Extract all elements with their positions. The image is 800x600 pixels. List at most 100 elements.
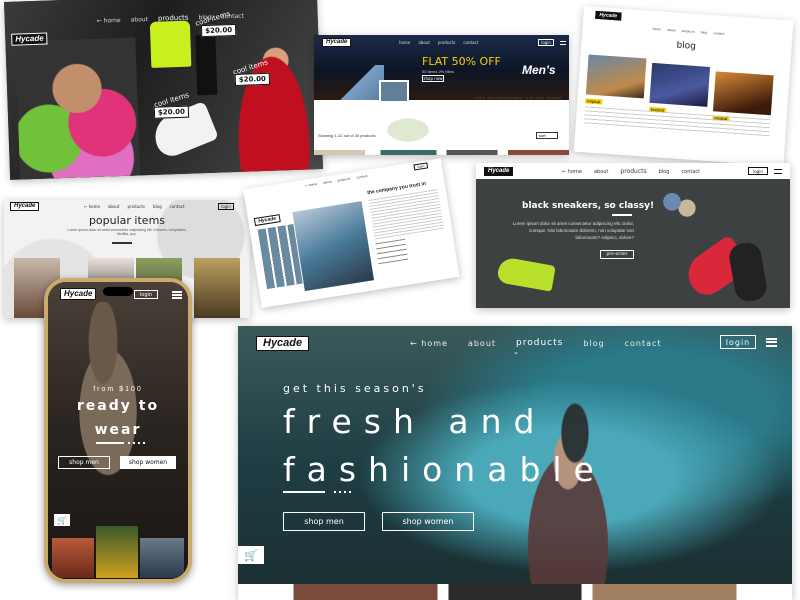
phone-thumb-3 bbox=[140, 538, 184, 578]
login-button[interactable]: login bbox=[413, 162, 429, 171]
brand-logo[interactable]: Hycade bbox=[10, 202, 40, 212]
nav-blog[interactable]: blog bbox=[583, 339, 604, 348]
nav-bar: home about products contact bbox=[399, 40, 478, 45]
login-button[interactable]: login bbox=[134, 290, 158, 299]
cart-icon[interactable]: 🛒 bbox=[238, 546, 264, 564]
nav-contact[interactable]: contact bbox=[625, 339, 662, 348]
nav-about[interactable]: about bbox=[418, 40, 430, 45]
nav-about[interactable]: about bbox=[468, 339, 496, 348]
nav-contact[interactable]: contact bbox=[356, 174, 368, 180]
phone-slider-dots[interactable] bbox=[128, 442, 145, 444]
nav-products[interactable]: products bbox=[516, 338, 563, 348]
nav-bar: ← home about products blog contact bbox=[84, 204, 185, 209]
hero-title-2: fashionable bbox=[283, 450, 606, 489]
nav-products[interactable]: products bbox=[620, 168, 646, 175]
nav-contact[interactable]: contact bbox=[713, 31, 724, 36]
hero-title-1: fresh and bbox=[283, 402, 547, 441]
hero-slider-dots[interactable] bbox=[334, 491, 351, 493]
product-thumbs bbox=[314, 150, 569, 155]
nav-bar: ← home about products blog contact bbox=[410, 338, 662, 348]
phone-thumb-1 bbox=[52, 538, 94, 578]
outfit-image bbox=[652, 185, 702, 227]
phone-thumb-2 bbox=[96, 526, 138, 578]
blog-thumb-3 bbox=[712, 71, 774, 116]
blog-title: blog bbox=[676, 40, 697, 52]
login-button[interactable]: login bbox=[538, 39, 554, 46]
nav-home[interactable]: ← home bbox=[305, 182, 317, 188]
preorder-button[interactable]: pre-order bbox=[600, 250, 634, 259]
nav-bar: ← home about products contact bbox=[305, 174, 368, 188]
login-button[interactable]: login bbox=[748, 167, 768, 175]
brand-logo[interactable]: Hycade bbox=[11, 32, 48, 46]
nav-products[interactable]: products bbox=[128, 204, 145, 209]
hero-shop-men-button[interactable]: shop men bbox=[283, 512, 365, 531]
nav-about[interactable]: about bbox=[323, 180, 332, 185]
nav-contact[interactable]: contact bbox=[463, 40, 478, 45]
menu-icon[interactable] bbox=[560, 41, 566, 45]
blog-thumb-1 bbox=[585, 54, 647, 99]
menu-icon[interactable] bbox=[766, 338, 777, 347]
nav-home[interactable]: home bbox=[652, 27, 661, 32]
nav-home[interactable]: ← home bbox=[84, 204, 100, 209]
hero-image-pyramid bbox=[334, 65, 384, 100]
nav-about[interactable]: about bbox=[131, 15, 149, 23]
nav-products[interactable]: products bbox=[158, 14, 189, 23]
nav-contact[interactable]: contact bbox=[170, 204, 185, 209]
phone-headline-2: wear bbox=[94, 422, 142, 438]
nav-blog[interactable]: blog bbox=[701, 30, 708, 34]
category-title: Men's bbox=[522, 63, 556, 77]
nav-home[interactable]: ← home bbox=[410, 339, 448, 348]
mockup-card-streetwear: Hycade ← home about products blog contac… bbox=[4, 0, 324, 180]
showing-count: Showing 1-12 out of 30 products bbox=[318, 133, 376, 138]
nav-blog[interactable]: blog bbox=[659, 169, 670, 175]
tagline-text: fresh and fashionable look with hycade bbox=[474, 95, 562, 100]
nav-products[interactable]: products bbox=[682, 29, 695, 34]
brand-logo[interactable]: Hycade bbox=[322, 38, 352, 48]
nav-home[interactable]: ← home bbox=[562, 169, 582, 175]
menu-icon[interactable] bbox=[172, 291, 182, 299]
mockup-card-blog: Hycade home about products blog contact … bbox=[573, 6, 794, 167]
brand-logo[interactable]: Hycade bbox=[60, 288, 97, 300]
brand-logo[interactable]: Hycade bbox=[484, 167, 514, 177]
title-underline bbox=[112, 242, 132, 244]
nav-about[interactable]: about bbox=[667, 28, 676, 33]
chevron-down-icon: ⌄ bbox=[513, 349, 519, 356]
nav-about[interactable]: about bbox=[594, 169, 608, 175]
nav-bar: home about products blog contact bbox=[652, 27, 724, 36]
phone-from-price: from $100 bbox=[93, 386, 143, 393]
brand-logo[interactable]: Hycade bbox=[253, 214, 281, 227]
phone-shop-men-button[interactable]: shop men bbox=[58, 456, 110, 469]
collage-stage: Hycade ← home about products blog contac… bbox=[0, 0, 800, 600]
nav-about[interactable]: about bbox=[108, 204, 120, 209]
nav-home[interactable]: home bbox=[399, 40, 410, 45]
menu-icon[interactable] bbox=[774, 169, 782, 174]
sort-dropdown[interactable]: sort bbox=[536, 132, 558, 139]
sneaker-image-green bbox=[496, 256, 556, 292]
mockup-card-sneakers: Hycade ← home about products blog contac… bbox=[476, 163, 790, 308]
nav-contact[interactable]: contact bbox=[681, 169, 700, 175]
sneaker-image-black bbox=[727, 240, 769, 304]
login-button[interactable]: login bbox=[218, 203, 234, 210]
phone-headline-1: ready to bbox=[76, 398, 160, 414]
mockup-card-hero: Hycade ← home about products blog contac… bbox=[238, 326, 792, 600]
login-button[interactable]: login bbox=[720, 335, 756, 349]
brand-logo[interactable]: Hycade bbox=[595, 10, 622, 21]
phone-shop-women-button[interactable]: shop women bbox=[120, 456, 176, 469]
item-price-3: $20.00 bbox=[153, 105, 190, 119]
nav-products[interactable]: products bbox=[337, 177, 351, 183]
item-price-2: $20.00 bbox=[234, 72, 271, 86]
leaf-decoration bbox=[384, 110, 444, 150]
cart-icon[interactable]: 🛒 bbox=[54, 514, 70, 526]
model-image-man bbox=[15, 37, 141, 180]
nav-products[interactable]: products bbox=[438, 40, 455, 45]
phone-headline-underline bbox=[96, 442, 124, 444]
shop-now-button[interactable]: shop now bbox=[422, 75, 444, 82]
nav-blog[interactable]: blog bbox=[153, 204, 162, 209]
hero-image-woman bbox=[292, 201, 375, 292]
heading-underline bbox=[612, 214, 632, 216]
brand-logo[interactable]: Hycade bbox=[256, 336, 310, 352]
nav-home[interactable]: ← home bbox=[97, 16, 121, 24]
item-price-1: $20.00 bbox=[200, 23, 237, 38]
hero-shop-women-button[interactable]: shop women bbox=[382, 512, 474, 531]
hero-bottom-strip bbox=[238, 584, 792, 600]
